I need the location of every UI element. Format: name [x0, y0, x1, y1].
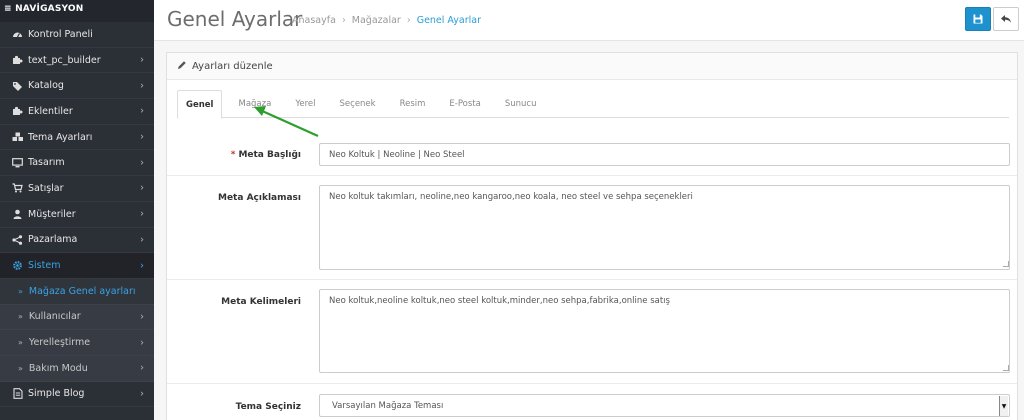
- user-icon: [11, 209, 24, 220]
- form-row-meta-description: Meta Açıklaması Neo koltuk takımları, ne…: [167, 176, 1017, 280]
- sidebar-item-simple-blog[interactable]: Simple Blog ›: [0, 382, 154, 408]
- sidebar-item-eklentiler[interactable]: Eklentiler ›: [0, 99, 154, 125]
- tab-sunucu[interactable]: Sunucu: [497, 90, 545, 118]
- sidebar-item-label: Pazarlama: [28, 234, 78, 246]
- sidebar: ≡ NAVİGASYON Kontrol Paneli text_pc_buil…: [0, 0, 154, 420]
- chevron-right-icon: ›: [140, 157, 144, 169]
- tab-secenek[interactable]: Seçenek: [332, 90, 384, 118]
- sidebar-item-tema-ayarlari[interactable]: Tema Ayarları ›: [0, 125, 154, 151]
- chevron-right-icon: ›: [140, 131, 144, 143]
- sidebar-item-text-pc-builder[interactable]: text_pc_builder ›: [0, 48, 154, 74]
- panel-title: Ayarları düzenle: [192, 60, 273, 72]
- chevron-right-icon: ›: [140, 54, 144, 66]
- double-chevron-icon: »: [18, 338, 23, 348]
- sidebar-item-satislar[interactable]: Satışlar ›: [0, 176, 154, 202]
- sidebar-item-label: Kontrol Paneli: [28, 28, 93, 40]
- sidebar-item-tasarim[interactable]: Tasarım ›: [0, 150, 154, 177]
- form-row-theme: Tema Seçiniz Varsayılan Mağaza Teması ▼: [167, 384, 1017, 420]
- breadcrumb: Anasayfa › Mağazalar › Genel Ayarlar: [292, 15, 481, 26]
- meta-description-textarea[interactable]: Neo koltuk takımları, neoline,neo kangar…: [319, 185, 1010, 270]
- tab-resim[interactable]: Resim: [392, 90, 434, 118]
- save-button[interactable]: [965, 7, 991, 31]
- resize-grip-icon[interactable]: [1003, 365, 1009, 371]
- breadcrumb-link-magazalar[interactable]: Mağazalar: [352, 15, 401, 26]
- puzzle-icon: [11, 55, 24, 66]
- panel-heading: Ayarları düzenle: [167, 53, 1017, 80]
- share-icon: [11, 234, 24, 245]
- chevron-right-icon: ›: [140, 208, 144, 220]
- chevron-right-icon: ›: [140, 388, 144, 400]
- chevron-right-icon: ›: [140, 182, 144, 194]
- resize-grip-icon[interactable]: [1003, 261, 1009, 267]
- puzzle-icon: [11, 106, 24, 117]
- form-row-meta-keywords: Meta Kelimeleri Neo koltuk,neoline koltu…: [167, 280, 1017, 384]
- meta-keywords-label: Meta Kelimeleri: [221, 297, 301, 307]
- sidebar-subitem-yerellestirme[interactable]: » Yerelleştirme ›: [0, 330, 154, 356]
- page-title: Genel Ayarlar: [167, 7, 303, 31]
- floppy-disk-icon: [973, 14, 983, 24]
- sidebar-item-label: Sistem: [28, 260, 61, 272]
- meta-title-label: * Meta Başlığı: [230, 150, 301, 160]
- breadcrumb-link-genel-ayarlar[interactable]: Genel Ayarlar: [417, 15, 481, 26]
- sidebar-item-kontrol-paneli[interactable]: Kontrol Paneli: [0, 22, 154, 48]
- cart-icon: [11, 183, 24, 194]
- sidebar-item-label: Katalog: [28, 80, 64, 92]
- sidebar-item-label: Eklentiler: [28, 105, 73, 117]
- reply-icon: [1001, 15, 1011, 23]
- tab-genel[interactable]: Genel: [177, 90, 223, 119]
- sidebar-item-label: Tema Ayarları: [28, 131, 93, 143]
- sidebar-item-label: Tasarım: [28, 157, 65, 169]
- dashboard-icon: [11, 29, 24, 40]
- sidebar-subitem-label: Mağaza Genel ayarları: [28, 285, 136, 297]
- nav-heading: ≡ NAVİGASYON: [0, 0, 154, 22]
- sidebar-subitem-label: Bakım Modu: [28, 362, 88, 374]
- tab-e-posta[interactable]: E-Posta: [441, 90, 488, 118]
- sidebar-subitem-kullanicilar[interactable]: » Kullanıcılar ›: [0, 304, 154, 331]
- sidebar-subitem-label: Kullanıcılar: [28, 311, 81, 323]
- double-chevron-icon: »: [18, 286, 23, 296]
- theme-select-value: Varsayılan Mağaza Teması: [332, 401, 444, 411]
- chevron-right-icon: ›: [140, 80, 144, 92]
- sidebar-item-katalog[interactable]: Katalog ›: [0, 73, 154, 100]
- breadcrumb-separator-icon: ›: [406, 15, 411, 26]
- sidebar-item-label: Satışlar: [28, 182, 64, 194]
- back-button[interactable]: [993, 7, 1019, 31]
- chevron-right-icon: ›: [140, 337, 144, 349]
- meta-keywords-textarea[interactable]: Neo koltuk,neoline koltuk,neo steel kolt…: [319, 289, 1010, 373]
- pencil-icon: [177, 60, 187, 73]
- meta-description-label: Meta Açıklaması: [218, 193, 301, 203]
- desktop-icon: [11, 157, 24, 168]
- chevron-right-icon: ›: [140, 260, 144, 272]
- chevron-right-icon: ›: [140, 311, 144, 323]
- sidebar-item-label: text_pc_builder: [28, 54, 101, 66]
- meta-title-input[interactable]: [319, 143, 1010, 166]
- sidebar-item-sistem[interactable]: Sistem ›: [0, 253, 154, 279]
- sidebar-item-label: Simple Blog: [28, 388, 85, 400]
- gear-icon: [11, 260, 24, 271]
- chevron-right-icon: ›: [140, 105, 144, 117]
- chevron-right-icon: ›: [140, 234, 144, 246]
- chevron-right-icon: ›: [140, 362, 144, 374]
- page-header: Genel Ayarlar Anasayfa › Mağazalar › Gen…: [154, 0, 1024, 41]
- sidebar-subitem-magaza-genel-ayarlari[interactable]: » Mağaza Genel ayarları: [0, 278, 154, 305]
- cubes-icon: [11, 132, 24, 143]
- sidebar-subitem-label: Yerelleştirme: [28, 337, 91, 349]
- required-star-icon: *: [230, 150, 236, 160]
- document-icon: [11, 388, 24, 400]
- breadcrumb-link-anasayfa[interactable]: Anasayfa: [292, 15, 336, 26]
- theme-select[interactable]: Varsayılan Mağaza Teması ▼: [319, 394, 1010, 417]
- sidebar-item-pazarlama[interactable]: Pazarlama ›: [0, 228, 154, 254]
- breadcrumb-separator-icon: ›: [341, 15, 346, 26]
- sidebar-item-label: Müşteriler: [28, 208, 76, 220]
- chevron-down-icon[interactable]: ▼: [999, 396, 1008, 416]
- sidebar-item-musteriler[interactable]: Müşteriler ›: [0, 202, 154, 228]
- double-chevron-icon: »: [18, 312, 23, 322]
- theme-label: Tema Seçiniz: [235, 402, 301, 412]
- double-chevron-icon: »: [18, 363, 23, 373]
- tags-icon: [11, 80, 24, 91]
- sidebar-subitem-bakim-modu[interactable]: » Bakım Modu ›: [0, 355, 154, 382]
- annotation-arrow-icon: [254, 106, 319, 138]
